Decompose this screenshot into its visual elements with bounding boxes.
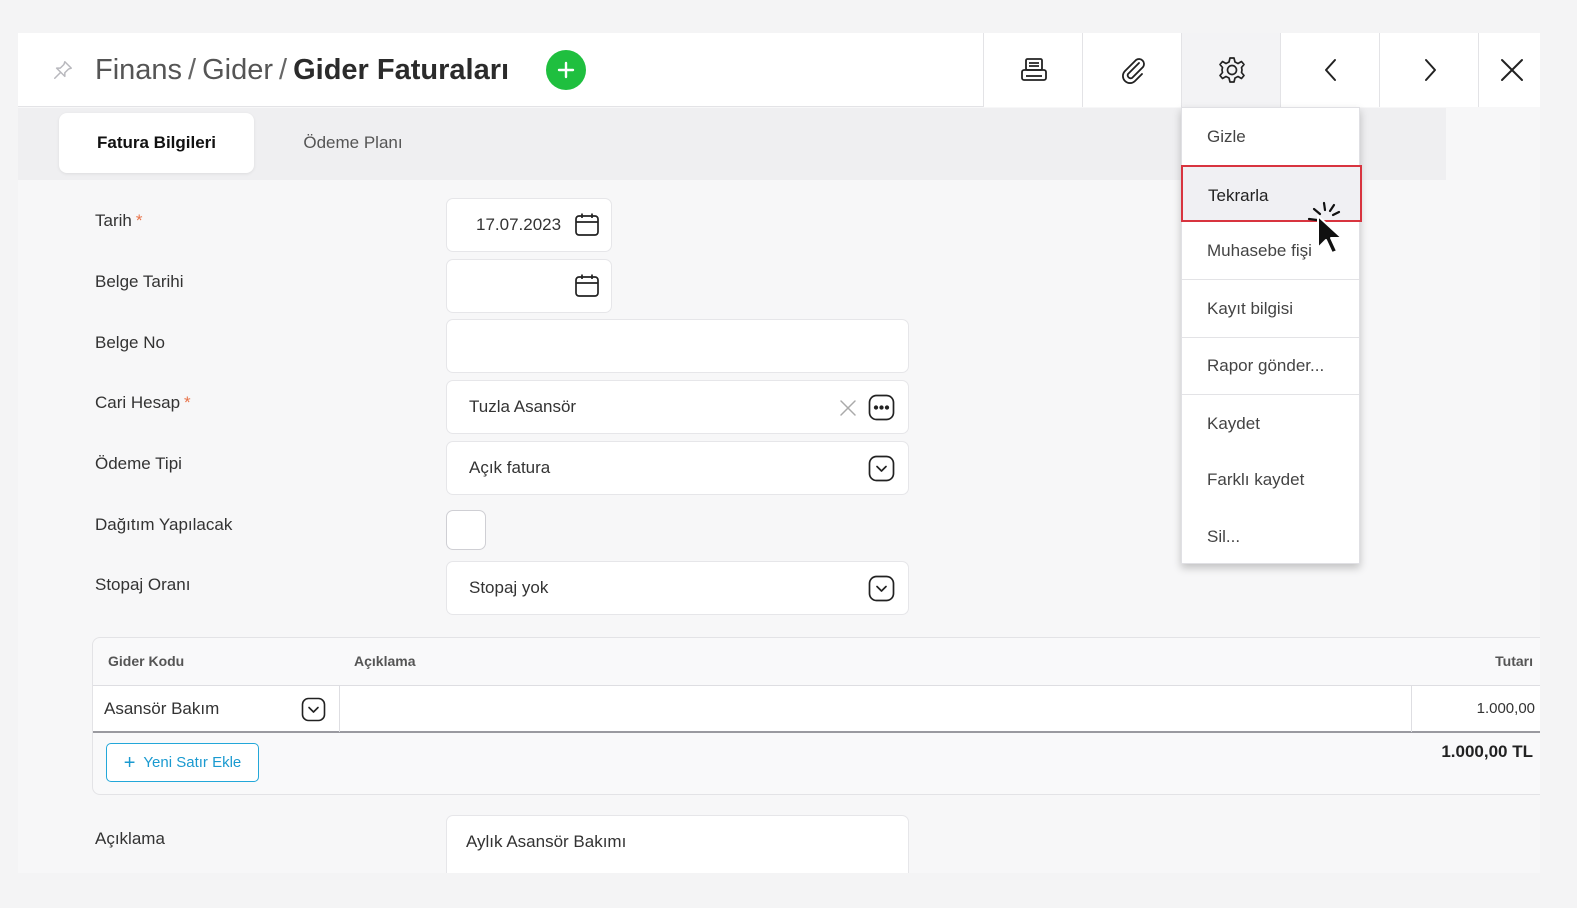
table-row[interactable]: Asansör Bakım 1.000,00 <box>93 685 1540 733</box>
chevron-left-icon <box>1325 59 1336 81</box>
attachment-button[interactable] <box>1082 33 1181 107</box>
column-header-aciklama[interactable]: Açıklama <box>354 638 415 685</box>
add-row-label: Yeni Satır Ekle <box>143 754 242 771</box>
breadcrumb-item-finans[interactable]: Finans <box>95 54 182 86</box>
required-marker: * <box>135 211 143 230</box>
menu-item-rapor-gonder[interactable]: Rapor gönder... <box>1182 337 1359 394</box>
calendar-icon[interactable] <box>574 212 600 238</box>
breadcrumb: Finans / Gider / Gider Faturaları <box>95 54 510 86</box>
paperclip-icon <box>1122 58 1145 84</box>
stopaj-value: Stopaj yok <box>469 578 549 597</box>
cursor-icon <box>1307 201 1343 254</box>
belge-tarihi-field[interactable] <box>446 259 612 313</box>
odeme-tipi-value: Açık fatura <box>469 458 551 477</box>
gear-icon <box>1219 57 1245 83</box>
menu-item-farkli-kaydet[interactable]: Farklı kaydet <box>1182 451 1359 508</box>
next-button[interactable] <box>1379 33 1478 107</box>
menu-item-kaydet[interactable]: Kaydet <box>1182 395 1359 452</box>
menu-item-sil[interactable]: Sil... <box>1182 508 1359 565</box>
column-header-tutar[interactable]: Tutarı <box>1495 638 1533 685</box>
add-button[interactable] <box>546 50 586 90</box>
tab-fatura-bilgileri[interactable]: Fatura Bilgileri <box>59 113 254 173</box>
aciklama-textarea[interactable]: Aylık Asansör Bakımı <box>446 815 909 873</box>
clear-icon[interactable] <box>839 399 857 417</box>
settings-button[interactable] <box>1181 33 1280 107</box>
chevron-right-icon <box>1425 59 1436 81</box>
tab-odeme-plani[interactable]: Ödeme Planı <box>278 113 428 173</box>
printer-icon <box>1021 58 1047 81</box>
required-marker: * <box>184 393 191 412</box>
cell-divider <box>339 686 340 732</box>
calendar-icon[interactable] <box>574 273 600 299</box>
settings-menu: Gizle Tekrarla Muhasebe fişi Kayıt bilgi… <box>1181 107 1362 565</box>
stopaj-label: Stopaj Oranı <box>95 575 191 594</box>
breadcrumb-item-gider[interactable]: Gider <box>202 54 273 86</box>
column-header-gider-kodu[interactable]: Gider Kodu <box>108 638 184 685</box>
chevron-down-icon[interactable] <box>868 455 895 482</box>
previous-button[interactable] <box>1280 33 1379 107</box>
odeme-tipi-label: Ödeme Tipi <box>95 454 182 473</box>
chevron-down-icon[interactable] <box>301 697 326 722</box>
belge-no-field[interactable] <box>446 319 909 373</box>
cari-hesap-label: Cari Hesap * <box>95 393 191 412</box>
chevron-down-icon[interactable] <box>868 575 895 602</box>
aciklama-value: Aylık Asansör Bakımı <box>466 832 627 851</box>
tarih-field[interactable]: 17.07.2023 <box>446 198 612 252</box>
menu-item-kayit-bilgisi[interactable]: Kayıt bilgisi <box>1182 280 1359 337</box>
belge-tarihi-label: Belge Tarihi <box>95 272 184 291</box>
cari-hesap-field[interactable]: Tuzla Asansör <box>446 380 909 434</box>
belge-no-label: Belge No <box>95 333 165 352</box>
page-title: Gider Faturaları <box>293 54 510 86</box>
add-row-button[interactable]: + Yeni Satır Ekle <box>106 743 259 782</box>
dagitim-checkbox[interactable] <box>446 510 486 550</box>
tarih-value: 17.07.2023 <box>476 215 562 234</box>
ellipsis-icon[interactable] <box>868 394 895 421</box>
gider-kodu-cell[interactable]: Asansör Bakım <box>104 686 219 732</box>
plus-icon <box>557 61 575 79</box>
close-icon <box>1501 59 1523 81</box>
aciklama-label: Açıklama <box>95 829 165 848</box>
menu-item-gizle[interactable]: Gizle <box>1182 108 1359 165</box>
stopaj-select[interactable]: Stopaj yok <box>446 561 909 615</box>
grid-total: 1.000,00 TL <box>1441 742 1533 761</box>
close-button[interactable] <box>1478 33 1540 107</box>
tarih-label: Tarih * <box>95 211 143 230</box>
page-header: Finans / Gider / Gider Faturaları <box>18 33 1540 107</box>
plus-icon: + <box>123 752 136 774</box>
app-window: Finans / Gider / Gider Faturaları Fatura… <box>18 33 1540 873</box>
print-button[interactable] <box>983 33 1082 107</box>
cell-divider <box>1411 686 1412 732</box>
odeme-tipi-select[interactable]: Açık fatura <box>446 441 909 495</box>
cari-hesap-value: Tuzla Asansör <box>469 397 577 416</box>
dagitim-label: Dağıtım Yapılacak <box>95 515 233 534</box>
tutar-cell[interactable]: 1.000,00 <box>1477 686 1535 732</box>
pin-icon[interactable] <box>52 59 74 81</box>
expense-grid: Gider Kodu Açıklama Tutarı Asansör Bakım… <box>92 637 1540 795</box>
